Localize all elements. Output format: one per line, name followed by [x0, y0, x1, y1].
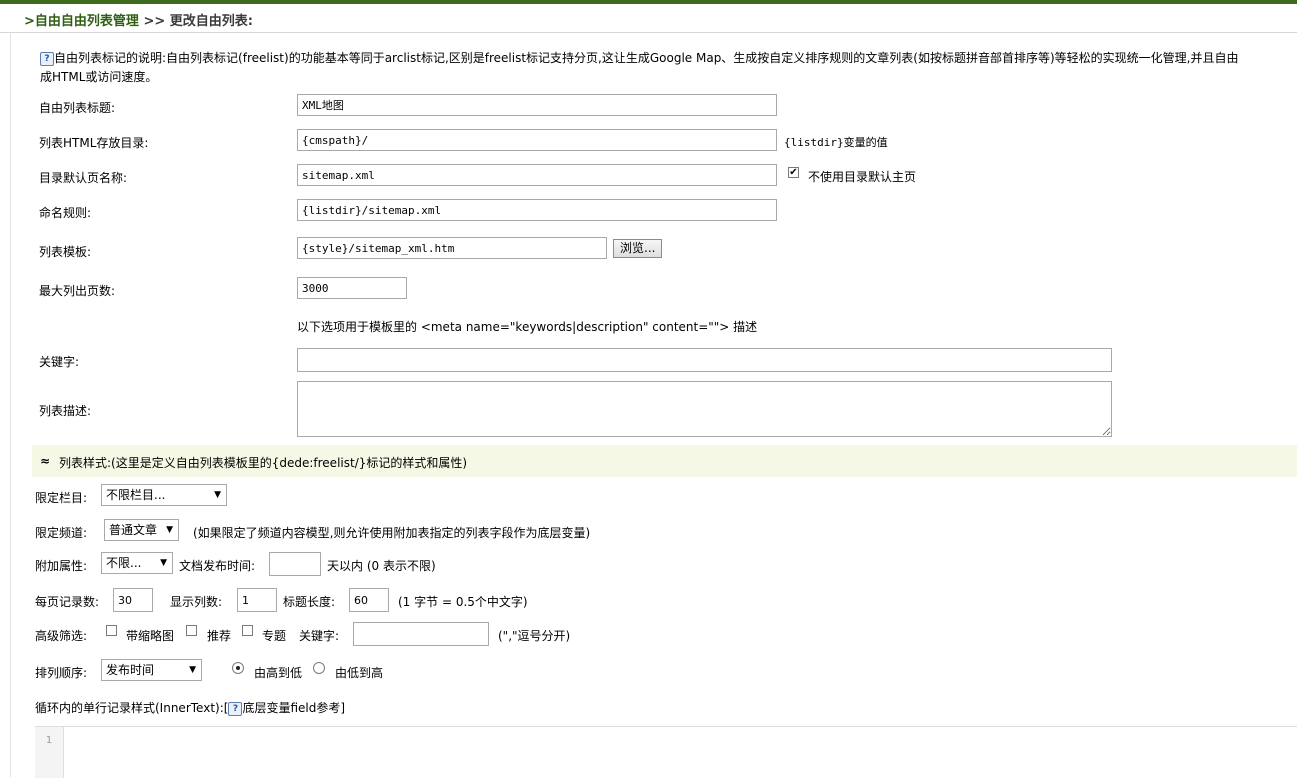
- keyword-hint: (","逗号分开): [498, 629, 571, 643]
- help-icon[interactable]: ?: [228, 701, 243, 716]
- keywords-input[interactable]: [297, 348, 1112, 372]
- cols-input[interactable]: [237, 588, 277, 612]
- pubtime-label: 文档发布时间:: [179, 559, 256, 573]
- keyword-input[interactable]: [353, 622, 489, 646]
- attr-select-value: 不限...: [106, 556, 142, 570]
- help-icon[interactable]: ?: [40, 51, 54, 66]
- order-select[interactable]: 发布时间 ▼: [101, 659, 202, 681]
- asc-order-label: 由低到高: [335, 666, 384, 680]
- list-style-section-bar: ≈ 列表样式:(这里是定义自由列表模板里的{dede:freelist/}标记的…: [32, 445, 1297, 477]
- template-label: 列表模板:: [39, 245, 92, 259]
- no-default-label: 不使用目录默认主页: [808, 170, 917, 184]
- list-desc-textarea[interactable]: [297, 381, 1112, 437]
- default-page-input[interactable]: [297, 164, 777, 186]
- asc-order-radio[interactable]: [313, 662, 325, 674]
- naming-label: 命名规则:: [39, 206, 92, 220]
- meta-note: 以下选项用于模板里的 <meta name="keywords|descript…: [297, 320, 758, 334]
- chevron-down-icon: ▼: [160, 558, 167, 568]
- topic-checkbox[interactable]: [242, 625, 253, 636]
- per-page-input[interactable]: [113, 588, 153, 612]
- naming-input[interactable]: [297, 199, 777, 221]
- max-pages-label: 最大列出页数:: [39, 284, 116, 298]
- per-page-label: 每页记录数:: [35, 595, 100, 609]
- pubtime-input[interactable]: [269, 552, 321, 576]
- cols-label: 显示列数:: [170, 595, 223, 609]
- list-style-title: 列表样式:(这里是定义自由列表模板里的{dede:freelist/}标记的样式…: [59, 456, 468, 470]
- description-text: 自由列表标记的说明:自由列表标记(freelist)的功能基本等同于arclis…: [54, 51, 1239, 65]
- topic-label: 专题: [262, 629, 287, 643]
- order-label: 排列顺序:: [35, 666, 88, 680]
- breadcrumb: >自由自由列表管理 >> 更改自由列表:: [24, 10, 253, 29]
- title-len-input[interactable]: [349, 588, 389, 612]
- content-left-border: [10, 32, 11, 777]
- breadcrumb-current: 更改自由列表:: [169, 14, 253, 29]
- channel-hint: (如果限定了频道内容模型,则允许使用附加表指定的列表字段作为底层变量): [193, 526, 591, 540]
- dir-input[interactable]: [297, 129, 777, 151]
- innertext-editor[interactable]: 1: [35, 726, 1297, 778]
- description-line2: 成HTML或访问速度。: [40, 70, 158, 84]
- title-len-hint: (1 字节 = 0.5个中文字): [398, 595, 528, 609]
- thumb-checkbox[interactable]: [106, 625, 117, 636]
- thumb-label: 带缩略图: [126, 629, 175, 643]
- title-label: 自由列表标题:: [39, 101, 116, 115]
- line-number: 1: [45, 735, 53, 746]
- default-page-label: 目录默认页名称:: [39, 171, 128, 185]
- advanced-label: 高级筛选:: [35, 629, 88, 643]
- collapse-toggle-icon[interactable]: ≈: [40, 454, 50, 468]
- no-default-checkbox[interactable]: ✔: [788, 167, 799, 178]
- channel-select-value: 普通文章: [109, 523, 158, 537]
- keywords-label: 关键字:: [39, 355, 80, 369]
- recommend-label: 推荐: [207, 629, 232, 643]
- attr-select[interactable]: 不限... ▼: [101, 552, 173, 574]
- column-select[interactable]: 不限栏目... ▼: [101, 484, 227, 506]
- desc-order-label: 由高到低: [254, 666, 303, 680]
- desc-order-radio[interactable]: [232, 662, 244, 674]
- dir-hint: {listdir}变量的值: [784, 136, 888, 149]
- browse-button[interactable]: 浏览...: [613, 239, 663, 258]
- title-len-label: 标题长度:: [283, 595, 336, 609]
- innertext-label-text: 循环内的单行记录样式(InnerText):[: [35, 701, 229, 715]
- keyword-label: 关键字:: [299, 629, 340, 643]
- channel-select[interactable]: 普通文章 ▼: [104, 519, 179, 541]
- chevron-down-icon: ▼: [214, 490, 221, 500]
- dir-label: 列表HTML存放目录:: [39, 136, 149, 150]
- field-ref-link[interactable]: 底层变量field参考]: [242, 701, 345, 715]
- max-pages-input[interactable]: [297, 277, 407, 299]
- page-header: >自由自由列表管理 >> 更改自由列表:: [0, 4, 1297, 33]
- chevron-down-icon: ▼: [189, 665, 196, 675]
- column-select-value: 不限栏目...: [106, 488, 166, 502]
- title-input[interactable]: [297, 94, 777, 116]
- column-label: 限定栏目:: [35, 491, 88, 505]
- order-select-value: 发布时间: [106, 663, 155, 677]
- chevron-down-icon: ▼: [166, 525, 173, 535]
- list-desc-label: 列表描述:: [39, 404, 92, 418]
- breadcrumb-separator: >>: [143, 14, 166, 29]
- channel-label: 限定频道:: [35, 526, 88, 540]
- breadcrumb-section-link[interactable]: >自由自由列表管理: [24, 14, 139, 29]
- attr-label: 附加属性:: [35, 559, 88, 573]
- recommend-checkbox[interactable]: [186, 625, 197, 636]
- description-line1: ? 自由列表标记的说明:自由列表标记(freelist)的功能基本等同于arcli…: [40, 49, 1239, 66]
- innertext-label: 循环内的单行记录样式(InnerText):[? 底层变量field参考]: [35, 699, 345, 716]
- pubtime-suffix: 天以内 (0 表示不限): [327, 559, 436, 573]
- template-input[interactable]: [297, 237, 607, 259]
- editor-gutter: 1: [35, 727, 64, 778]
